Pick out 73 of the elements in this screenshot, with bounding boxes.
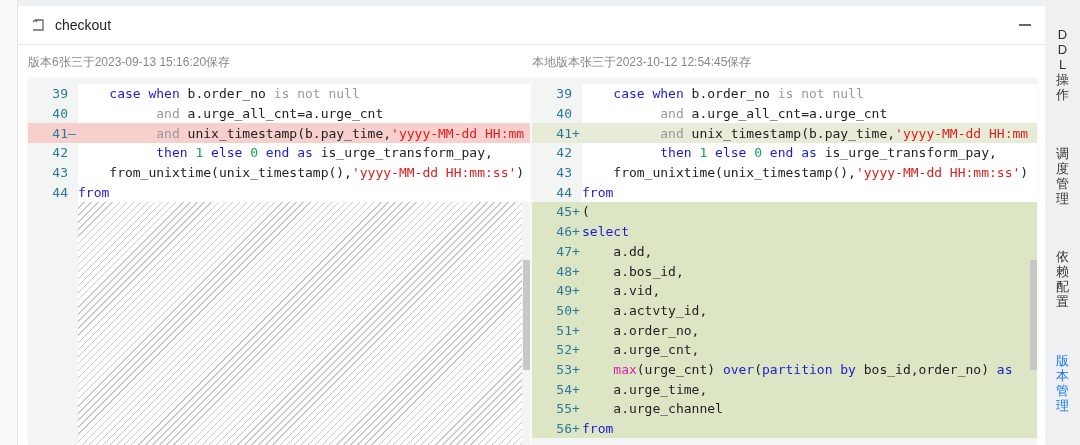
line-number: 45	[555, 204, 572, 220]
line-number: 43	[555, 165, 572, 181]
line-number: 55	[555, 401, 572, 417]
line-number: 43	[51, 165, 68, 181]
diff-marker: +	[572, 224, 581, 240]
diff-marker: +	[572, 263, 581, 279]
diff-marker: —	[68, 125, 77, 141]
scrollbar[interactable]	[1030, 260, 1037, 370]
line-number: 44	[51, 184, 68, 200]
line-number: 48	[555, 263, 572, 279]
minimize-icon[interactable]	[1019, 24, 1031, 26]
code-text: a.urge_time,	[612, 381, 708, 397]
code-text: max(urge_cnt) over(partition by bos_id,order_no) as	[612, 361, 1013, 377]
diff-marker: +	[572, 302, 581, 318]
line-number: 54	[555, 381, 572, 397]
line-number: 52	[555, 342, 572, 358]
line-number: 42	[555, 145, 572, 161]
line-number: 41	[555, 125, 572, 141]
line-number: 39	[51, 86, 68, 102]
diff-marker: +	[572, 361, 581, 377]
line-number: 49	[555, 283, 572, 299]
code-text: a.bos_id,	[612, 263, 684, 279]
diff-marker: +	[572, 125, 581, 141]
code-text: a.urge_channel	[612, 401, 723, 417]
code-text: from	[582, 421, 614, 437]
line-number: 41	[51, 125, 68, 141]
code-text: and a.urge_all_cnt=a.urge_cnt	[155, 106, 384, 122]
diff-marker: +	[572, 283, 581, 299]
code-text: case when b.order_no is not null	[612, 86, 864, 102]
diff-marker: +	[572, 243, 581, 259]
back-icon[interactable]	[31, 18, 45, 32]
version-caption: 本地版本张三于2023-10-12 12:54:45保存	[532, 54, 753, 71]
line-number: 46	[555, 224, 572, 240]
diff-marker: +	[572, 204, 581, 220]
code-text: and unix_timestamp(b.pay_time,'yyyy-MM-dd HH:mm	[659, 125, 1029, 141]
line-number: 40	[51, 106, 68, 122]
code-text: and a.urge_all_cnt=a.urge_cnt	[659, 106, 888, 122]
code-text: then 1 else 0 end as is_urge_transform_pay,	[155, 145, 493, 161]
side-tab[interactable]: 版本管理	[1056, 354, 1069, 414]
version-caption: 版本6张三于2023-09-13 15:16:20保存	[28, 54, 232, 71]
code-text: from	[582, 184, 614, 200]
code-text: from_unixtime(unix_timestamp(),'yyyy-MM-dd HH:mm:ss')	[612, 165, 1029, 181]
side-tab[interactable]: DDL操作	[1056, 28, 1069, 103]
diff-marker: +	[572, 381, 581, 397]
line-number: 39	[555, 86, 572, 102]
line-number: 51	[555, 322, 572, 338]
file-title: checkout	[55, 17, 112, 33]
line-number: 44	[555, 184, 572, 200]
code-text: and unix_timestamp(b.pay_time,'yyyy-MM-dd HH:mm	[155, 125, 525, 141]
code-text: then 1 else 0 end as is_urge_transform_pay,	[659, 145, 997, 161]
line-number: 53	[555, 361, 572, 377]
diff-marker: +	[572, 342, 581, 358]
code-text: from	[78, 184, 110, 200]
diff-marker: +	[572, 322, 581, 338]
side-tab[interactable]: 依赖配置	[1056, 250, 1069, 311]
line-number: 42	[51, 145, 68, 161]
line-number: 40	[555, 106, 572, 122]
code-text: select	[582, 224, 629, 240]
code-text: a.vid,	[612, 283, 661, 299]
code-text: from_unixtime(unix_timestamp(),'yyyy-MM-dd HH:mm:ss')	[108, 165, 525, 181]
code-text: a.urge_cnt,	[612, 342, 700, 358]
code-text: a.dd,	[612, 243, 653, 259]
code-text: case when b.order_no is not null	[108, 86, 360, 102]
side-tab[interactable]: 调度管理	[1056, 146, 1069, 207]
code-text: a.actvty_id,	[612, 302, 708, 318]
line-number: 50	[555, 302, 572, 318]
line-number: 47	[555, 243, 572, 259]
code-text: a.order_no,	[612, 322, 700, 338]
scrollbar[interactable]	[523, 260, 530, 370]
code-text: (	[582, 204, 590, 220]
diff-marker: +	[572, 401, 581, 417]
diff-marker: +	[572, 421, 581, 437]
line-number: 56	[555, 421, 572, 437]
